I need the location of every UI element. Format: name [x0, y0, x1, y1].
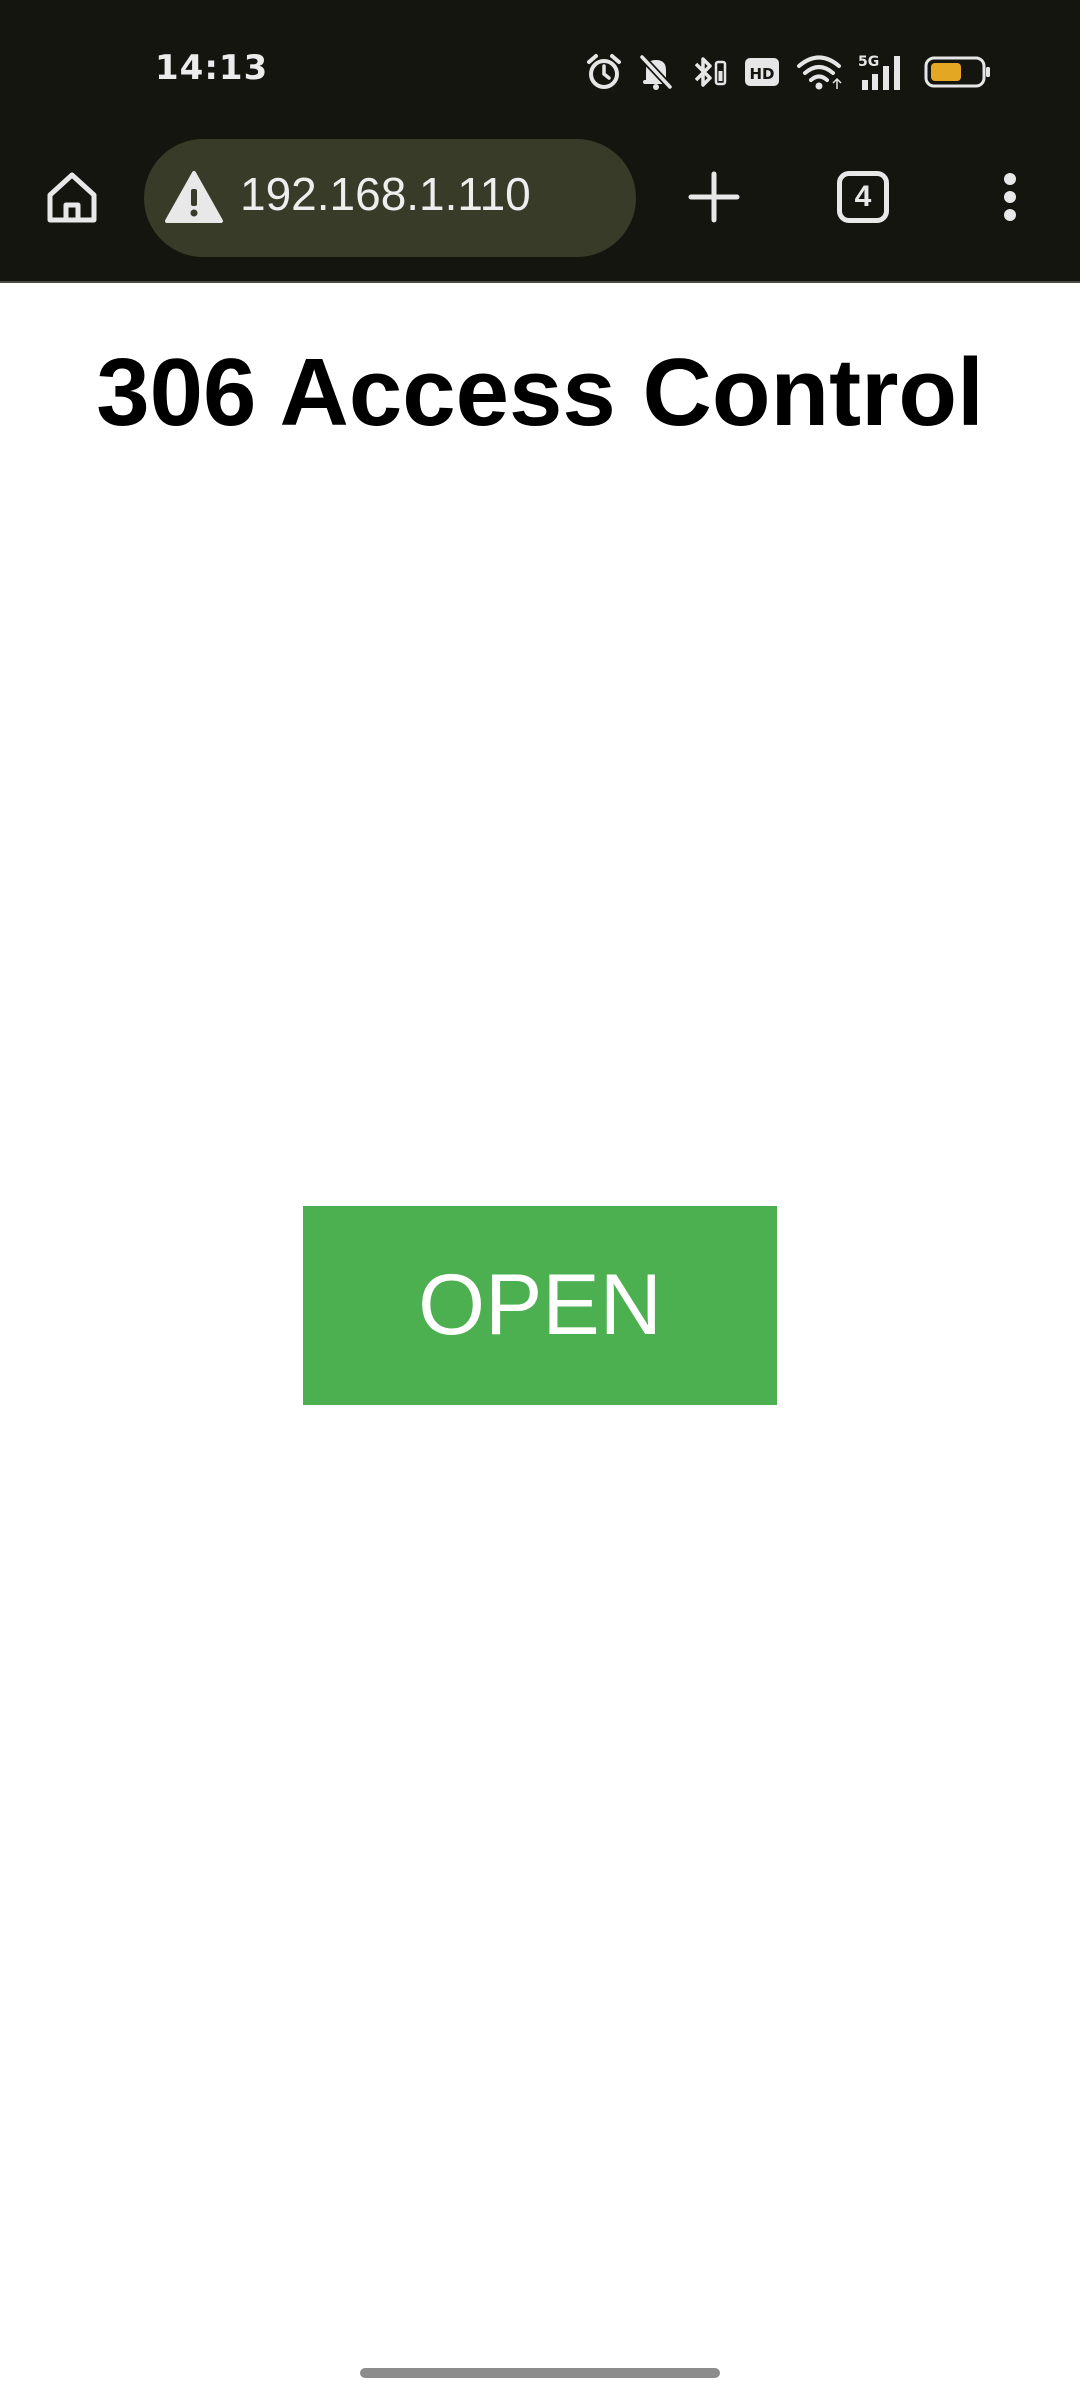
more-menu-button[interactable]	[980, 161, 1040, 233]
status-icons: HD 5G	[586, 50, 992, 94]
url-text[interactable]: 192.168.1.110	[240, 167, 531, 221]
address-bar[interactable]: 192.168.1.110	[144, 139, 636, 257]
tab-count: 4	[854, 180, 872, 213]
bluetooth-icon	[690, 53, 728, 91]
browser-chrome: 14:13 HD 5G 192.168.1.110 4	[0, 0, 1080, 283]
new-tab-button[interactable]	[678, 161, 750, 233]
network-type-label: 5G	[858, 54, 879, 70]
open-button[interactable]: OPEN	[303, 1206, 777, 1405]
browser-toolbar: 192.168.1.110 4	[0, 139, 1080, 259]
mute-bell-icon	[638, 53, 674, 91]
page-title: 306 Access Control	[96, 339, 984, 446]
status-time: 14:13	[155, 48, 269, 88]
tab-switcher-button[interactable]: 4	[837, 171, 889, 223]
plus-icon	[688, 171, 740, 223]
gesture-navigation-bar[interactable]	[360, 2368, 720, 2378]
wifi-icon	[796, 53, 842, 91]
warning-icon[interactable]	[164, 169, 224, 225]
battery-icon	[924, 54, 992, 90]
hd-label: HD	[749, 65, 774, 83]
home-button[interactable]	[36, 161, 108, 233]
more-vert-icon	[1004, 173, 1016, 221]
home-icon	[47, 172, 97, 223]
hd-voice-icon: HD	[744, 56, 780, 88]
alarm-icon	[586, 53, 622, 91]
status-bar: 14:13 HD 5G	[0, 0, 1080, 140]
cellular-signal-icon: 5G	[858, 52, 908, 92]
